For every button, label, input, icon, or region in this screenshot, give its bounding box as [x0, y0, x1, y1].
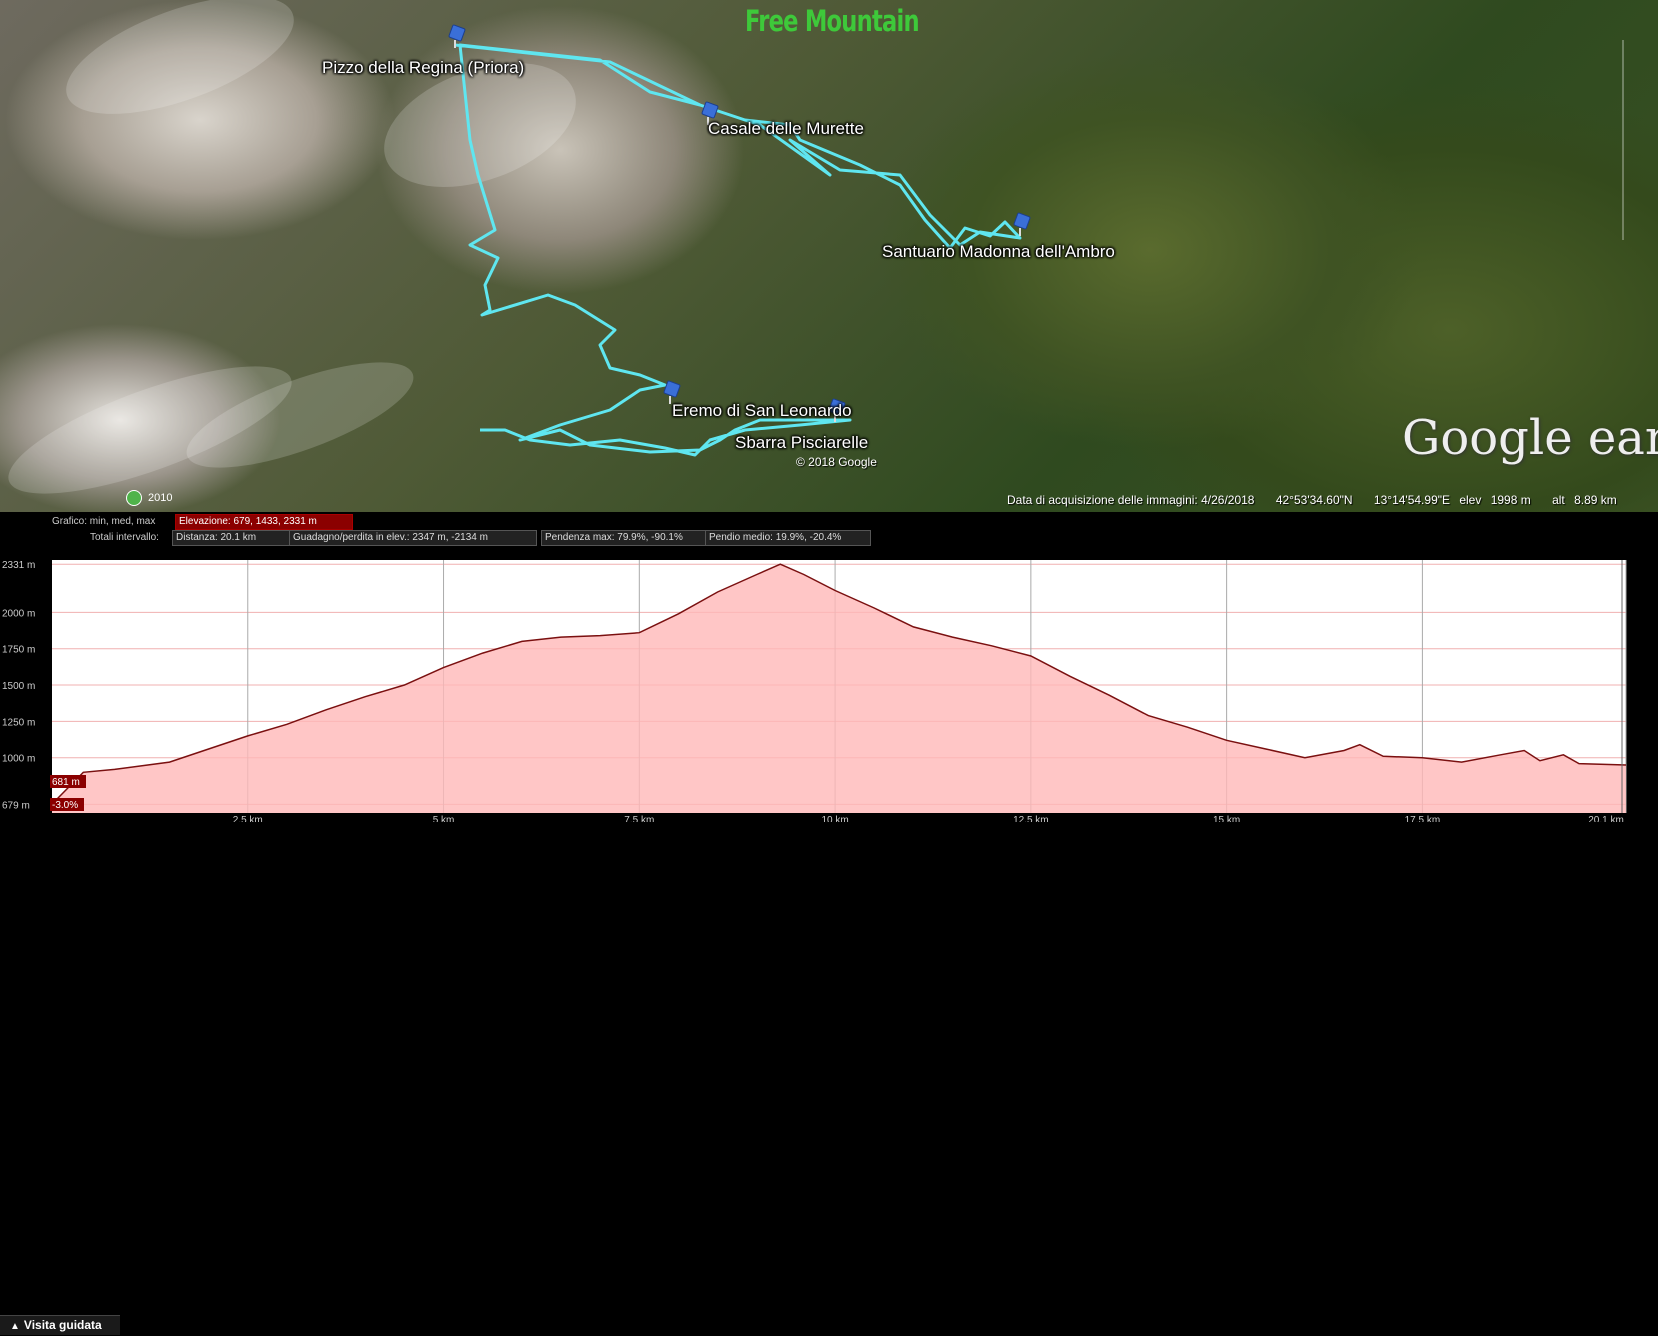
imagery-year: 2010 — [148, 492, 173, 504]
y-tick-label: 1000 m — [2, 754, 35, 765]
elev-label: elev — [1459, 493, 1482, 507]
graph-label: Grafico: min, med, max — [52, 516, 156, 527]
pushpin-icon[interactable] — [448, 24, 466, 48]
y-tick-label: 1250 m — [2, 717, 35, 728]
pushpin-icon[interactable] — [701, 101, 719, 125]
y-tick-label: 2331 m — [2, 560, 35, 571]
x-tick-label: 5 km — [433, 815, 455, 822]
waypoint-label[interactable]: Eremo di San Leonardo — [672, 401, 852, 421]
x-axis: 2.5 km 5 km 7.5 km 10 km 12.5 km 15 km 17.5 km… — [233, 815, 1624, 822]
pushpin-icon[interactable] — [1013, 212, 1031, 236]
y-tick-label: 679 m — [2, 800, 30, 811]
x-tick-label: 2.5 km — [233, 815, 263, 822]
y-tick-label: 1750 m — [2, 645, 35, 656]
cursor-elev: 681 m — [52, 777, 80, 788]
waypoint-label[interactable]: Pizzo della Regina (Priora) — [322, 58, 524, 78]
google-earth-logo: Google earth — [1402, 410, 1658, 466]
x-tick-label: 15 km — [1213, 815, 1240, 822]
x-tick-label: 7.5 km — [624, 815, 654, 822]
elevation: 1998 m — [1490, 493, 1531, 507]
longitude: 13°14'54.99"E — [1373, 493, 1450, 507]
status-bar: Data di acquisizione delle immagini: 4/2… — [1007, 493, 1635, 507]
waypoint-label[interactable]: Santuario Madonna dell'Ambro — [882, 242, 1115, 262]
clock-icon — [126, 490, 142, 506]
x-tick-label: 20.1 km — [1588, 815, 1624, 822]
x-tick-label: 10 km — [821, 815, 848, 822]
waypoint-label[interactable]: Casale delle Murette — [708, 119, 864, 139]
x-tick-label: 17.5 km — [1405, 815, 1441, 822]
elevation-profile-panel: Grafico: min, med, max Elevazione: 679, … — [0, 512, 1658, 1335]
altitude: 8.89 km — [1574, 493, 1617, 507]
y-tick-label: 1500 m — [2, 681, 35, 692]
y-tick-label: 2000 m — [2, 608, 35, 619]
copyright-text: © 2018 Google — [796, 455, 877, 469]
y-axis: 679 m 1000 m 1250 m 1500 m 1750 m 2000 m 2331 … — [2, 560, 35, 811]
alt-label: alt — [1552, 493, 1565, 507]
chevron-up-icon: ▲ — [10, 1321, 20, 1332]
elevation-chart[interactable]: 679 m 1000 m 1250 m 1500 m 1750 m 2000 m 2331 … — [0, 530, 1658, 822]
historical-imagery-badge[interactable]: 2010 — [126, 490, 172, 506]
latitude: 42°53'34.60"N — [1275, 493, 1353, 507]
satellite-map[interactable]: Free Mountain Pizzo della Regina (Priora… — [0, 0, 1658, 512]
elevation-box: Elevazione: 679, 1433, 2331 m — [175, 514, 353, 530]
acquisition-date: Data di acquisizione delle immagini: 4/2… — [1007, 493, 1255, 507]
tour-label: Visita guidata — [23, 1318, 102, 1332]
pushpin-icon[interactable] — [663, 380, 681, 404]
x-tick-label: 12.5 km — [1013, 815, 1049, 822]
guided-tour-button[interactable]: ▲ Visita guidata — [0, 1315, 120, 1335]
cursor-slope: -3.0% — [52, 800, 78, 811]
navigation-controls[interactable] — [1622, 40, 1642, 240]
waypoint-label[interactable]: Sbarra Pisciarelle — [735, 433, 868, 453]
